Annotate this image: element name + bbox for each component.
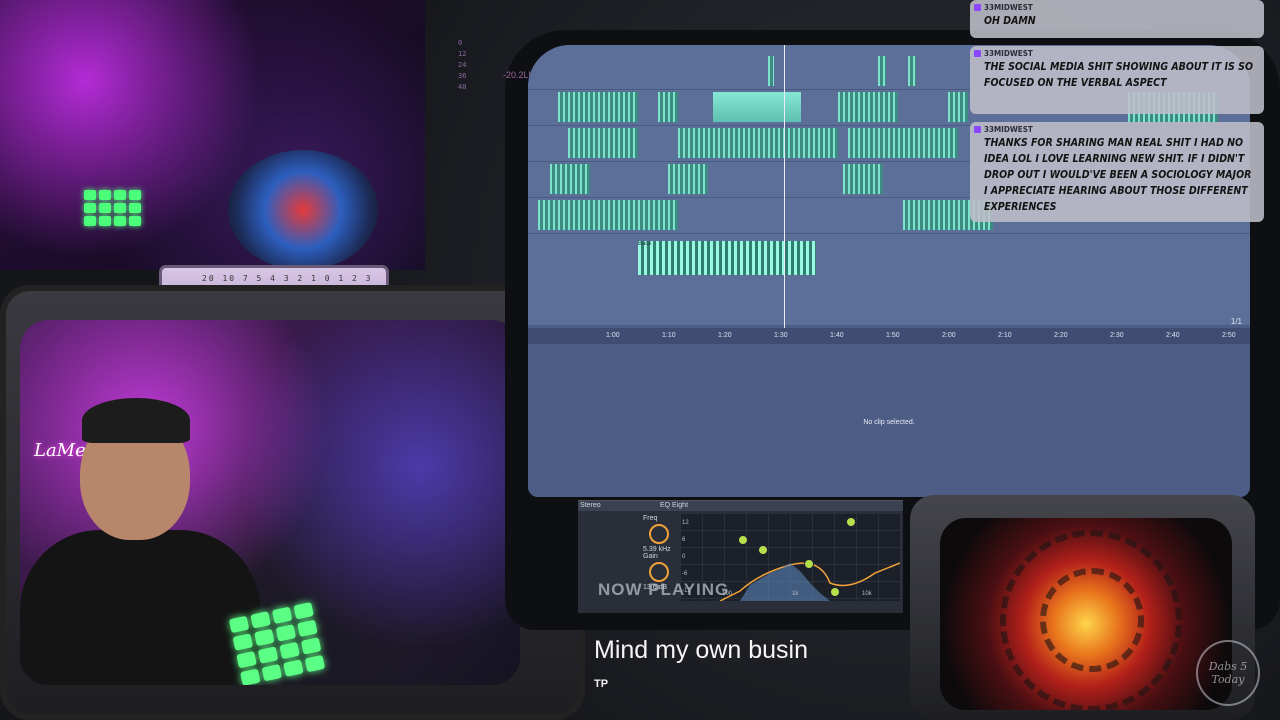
- chat-username: 33MIDWEST: [970, 122, 1264, 134]
- eq-band-node[interactable]: [804, 559, 814, 569]
- chat-text: THE SOCIAL MEDIA SHIT SHOWING ABOUT IT I…: [984, 61, 1253, 89]
- gain-knob[interactable]: [649, 562, 669, 582]
- audio-clip[interactable]: [568, 128, 638, 158]
- device-header[interactable]: Stereo EQ Eight: [578, 501, 903, 511]
- eq-band-node[interactable]: [830, 587, 840, 597]
- chat-message: 33MIDWEST THE SOCIAL MEDIA SHIT SHOWING …: [970, 46, 1264, 114]
- timeline-tick: 1:10: [662, 332, 676, 339]
- timeline-tick: 1:30: [774, 332, 788, 339]
- timeline-tick: 2:10: [998, 332, 1012, 339]
- audio-clip[interactable]: [658, 92, 678, 122]
- audio-clip[interactable]: [843, 164, 883, 194]
- eq-freq-tick: 1k: [792, 591, 799, 597]
- db-tick: 36: [458, 72, 467, 80]
- eq-band-node[interactable]: [738, 535, 748, 545]
- db-tick: 48: [458, 83, 467, 91]
- audio-clip[interactable]: [713, 92, 801, 122]
- eq-scale-tick: 0: [682, 554, 686, 560]
- drum-pad-controller: [84, 190, 141, 226]
- audio-clip[interactable]: [768, 56, 774, 86]
- audio-clip[interactable]: [878, 56, 886, 86]
- artist-name: TP: [594, 678, 609, 690]
- eq-band-node[interactable]: [758, 545, 768, 555]
- eq-scale-tick: 6: [682, 537, 686, 543]
- chat-text: THANKS FOR SHARING MAN REAL SHIT I HAD N…: [984, 137, 1252, 213]
- audio-clip[interactable]: [550, 164, 590, 194]
- chat-text: OH DAMN: [984, 15, 1036, 27]
- streamer-cap: [82, 398, 190, 443]
- overhead-webcam: [0, 0, 425, 270]
- timeline-tick: 1:00: [606, 332, 620, 339]
- chat-username: 33MIDWEST: [970, 0, 1264, 12]
- clip-detail-view[interactable]: No clip selected.: [528, 345, 1250, 497]
- timeline-tick: 1:50: [886, 332, 900, 339]
- db-scale: 0 12 24 36 48: [458, 38, 466, 93]
- no-clip-message: No clip selected.: [863, 419, 915, 426]
- timeline-tick: 1:40: [830, 332, 844, 339]
- freq-value: 5.39 kHz: [643, 546, 671, 553]
- badge-text: Dabs 5 Today: [1208, 660, 1248, 686]
- eq-band-node[interactable]: [846, 517, 856, 527]
- chat-message: 33MIDWEST THANKS FOR SHARING MAN REAL SH…: [970, 122, 1264, 222]
- db-tick: 24: [458, 61, 467, 69]
- visualizer-video: [940, 518, 1232, 710]
- chat-message: 33MIDWEST OH DAMN: [970, 0, 1264, 38]
- device-name: EQ Eight: [660, 502, 689, 509]
- chat-username: 33MIDWEST: [970, 46, 1264, 58]
- audio-clip[interactable]: [908, 56, 916, 86]
- db-tick: 0: [458, 39, 463, 47]
- eq-freq-tick: 10k: [862, 591, 872, 597]
- playhead[interactable]: [784, 45, 785, 335]
- eq-scale-tick: 12: [682, 520, 689, 526]
- now-playing-label: NOW PLAYING: [598, 580, 730, 599]
- channel-badge: Dabs 5 Today: [1196, 640, 1260, 706]
- turntable-record: [228, 150, 378, 270]
- freq-label: Freq: [643, 515, 658, 522]
- timeline-tick: 2:50: [1222, 332, 1236, 339]
- streamer-body: [20, 530, 260, 685]
- audio-clip[interactable]: [538, 200, 678, 230]
- db-tick: 12: [458, 50, 467, 58]
- audio-clip[interactable]: [668, 164, 708, 194]
- timeline-tick: 2:30: [1110, 332, 1124, 339]
- gain-label: Gain: [643, 553, 658, 560]
- timeline-tick: 2:40: [1166, 332, 1180, 339]
- zoom-indicator: 1/1: [1230, 317, 1242, 326]
- track-label: Stereo: [580, 502, 601, 509]
- timeline-ruler[interactable]: 1:00 1:10 1:20 1:30 1:40 1:50 2:00 2:10 …: [528, 328, 1250, 344]
- audio-clip[interactable]: [558, 92, 638, 122]
- main-webcam: LaMe!: [20, 320, 520, 685]
- timeline-tick: 2:20: [1054, 332, 1068, 339]
- visualizer-ring: [1040, 568, 1144, 672]
- clip-label: Back: [638, 241, 652, 247]
- song-title: Mind my own busin: [594, 636, 808, 664]
- timeline-tick: 1:20: [718, 332, 732, 339]
- audio-clip[interactable]: [678, 128, 838, 158]
- audio-clip[interactable]: [948, 92, 968, 122]
- freq-knob[interactable]: [649, 524, 669, 544]
- audio-clip[interactable]: [838, 92, 898, 122]
- vu-meter-scale: 20 10 7 5 4 3 2 1 0 1 2 3: [202, 274, 373, 283]
- timeline-tick: 2:00: [942, 332, 956, 339]
- audio-clip[interactable]: [848, 128, 958, 158]
- back-vocal-clip[interactable]: Back: [638, 241, 816, 275]
